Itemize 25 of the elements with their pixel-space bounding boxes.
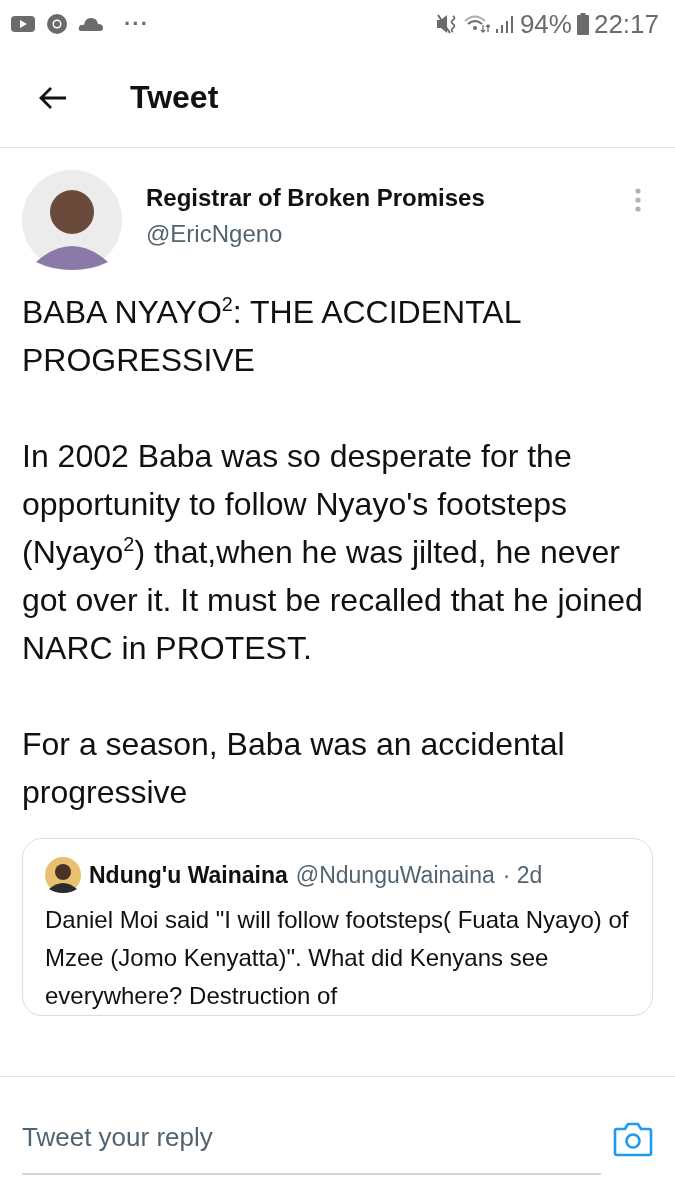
quoted-author-name: Ndung'u Wainaina [89,861,288,889]
more-notifications: ··· [124,11,149,37]
quoted-author-handle: @NdunguWainaina [295,861,495,889]
avatar[interactable] [45,857,81,893]
author-handle[interactable]: @EricNgeno [146,220,283,248]
camera-icon[interactable] [613,1120,653,1157]
signal-icon [494,14,515,34]
tweet-text: For a season, Baba was an accidental progressive [22,725,566,812]
page-title: Tweet [130,79,219,116]
reply-field[interactable]: Tweet your reply [22,1102,601,1175]
quoted-tweet-card[interactable]: Ndung'u Wainaina @NdunguWainaina · 2d Daniel Moi said "I will follow footsteps( Fuata Nyayo) of Mzee (Jomo Kenyatta)". What did Kenyans see everywhere? Destruction of [22,838,653,1016]
cloud-icon [78,16,104,32]
battery-icon [576,13,589,35]
clock: 22:17 [593,8,659,40]
wifi-icon [463,14,490,34]
browser-icon [46,13,68,35]
post-time: · 2d [502,861,543,889]
tweet-text: BABA NYAYO$^{2}$: THE ACCIDENTAL PROGRESSIVE [22,292,522,380]
author-name[interactable]: Registrar of Broken Promises [146,184,485,212]
battery-percentage: 94% [519,8,572,40]
quoted-tweet-text: Daniel Moi said "I will follow footsteps( Fuata Nyayo) of Mzee (Jomo Kenyatta)". What did Kenyans see everywhere? Destruction of [45,905,630,1011]
back-arrow-icon[interactable] [38,85,68,110]
video-app-icon [10,14,36,34]
tweet-text: In 2002 Baba was so desperate for the opportunity to follow Nyayo's footsteps (Nyayo$^{2}$) that,when he was jilted, he never got over it. It must be recalled that he joined NARC in PROTEST. [22,437,644,668]
avatar[interactable] [22,170,122,270]
